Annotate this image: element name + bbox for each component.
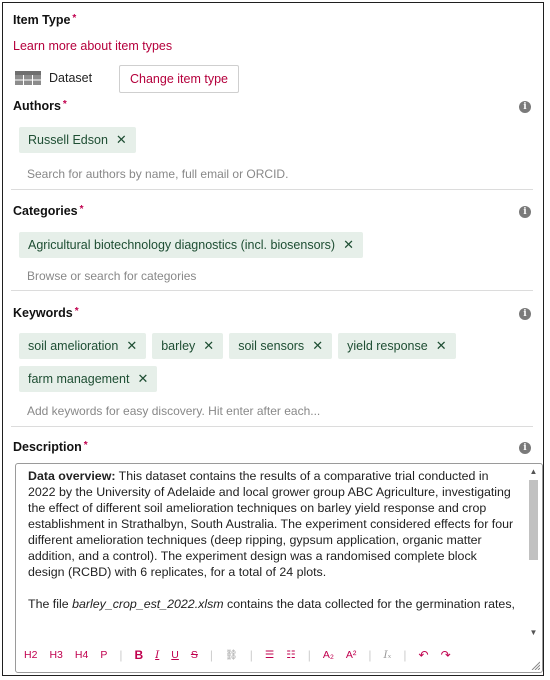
description-content[interactable]: Data overview: This dataset contains the…: [28, 468, 516, 628]
remove-chip-icon[interactable]: ✕: [436, 338, 447, 353]
remove-chip-icon[interactable]: ✕: [126, 338, 137, 353]
resize-handle-icon[interactable]: [530, 660, 540, 670]
heading2-button[interactable]: H2: [24, 649, 37, 661]
remove-chip-icon[interactable]: ✕: [137, 371, 148, 386]
description-heading: Description *: [13, 440, 88, 454]
info-icon[interactable]: i: [519, 442, 531, 454]
link-icon[interactable]: ⛓: [225, 650, 238, 661]
keyword-chip-label: yield response: [347, 339, 428, 353]
author-chip: Russell Edson ✕: [19, 127, 136, 153]
item-type-label: Item Type: [13, 13, 71, 27]
info-icon[interactable]: i: [519, 101, 531, 113]
italic-button[interactable]: I: [155, 649, 159, 661]
remove-chip-icon[interactable]: ✕: [116, 132, 127, 147]
categories-search-input[interactable]: Browse or search for categories: [27, 269, 196, 283]
authors-label: Authors: [13, 99, 61, 113]
toolbar-separator: |: [368, 648, 372, 662]
description-text: The file: [28, 597, 73, 611]
item-type-value: Dataset: [49, 71, 93, 85]
info-icon[interactable]: i: [519, 206, 531, 218]
required-mark: *: [72, 13, 77, 24]
scroll-up-arrow-icon[interactable]: ▲: [529, 467, 538, 476]
toolbar-separator: |: [119, 648, 123, 662]
keyword-chip-label: barley: [161, 339, 196, 353]
keyword-chip: soil sensors ✕: [229, 333, 333, 359]
keyword-chip: barley ✕: [152, 333, 224, 359]
toolbar-separator: |: [249, 648, 253, 662]
description-file-name: barley_crop_est_2022.xlsm: [72, 597, 224, 611]
toolbar-separator: |: [307, 648, 311, 662]
toolbar-separator: |: [403, 648, 407, 662]
description-editor[interactable]: Data overview: This dataset contains the…: [15, 463, 543, 673]
keyword-chip: farm management ✕: [19, 366, 158, 392]
description-paragraph: Data overview: This dataset contains the…: [28, 468, 516, 580]
underline-button[interactable]: U: [171, 649, 179, 661]
clear-format-button[interactable]: Iₓ: [384, 649, 392, 661]
authors-heading: Authors *: [13, 99, 67, 113]
required-mark: *: [79, 204, 84, 215]
author-chip-label: Russell Edson: [28, 133, 108, 147]
keywords-label: Keywords: [13, 306, 73, 320]
learn-more-item-types-link[interactable]: Learn more about item types: [13, 39, 172, 53]
heading4-button[interactable]: H4: [75, 649, 88, 661]
categories-heading: Categories *: [13, 204, 84, 218]
heading3-button[interactable]: H3: [49, 649, 62, 661]
keywords-heading: Keywords *: [13, 306, 79, 320]
keyword-chip-label: soil amelioration: [28, 339, 119, 353]
bullet-list-icon[interactable]: ☰: [265, 649, 274, 661]
description-paragraph: The file barley_crop_est_2022.xlsm conta…: [28, 596, 516, 612]
bold-button[interactable]: B: [134, 648, 143, 662]
strikethrough-button[interactable]: S: [191, 649, 198, 661]
remove-chip-icon[interactable]: ✕: [312, 338, 323, 353]
item-metadata-form: Item Type * Learn more about item types D…: [2, 2, 544, 676]
required-mark: *: [83, 440, 88, 451]
keyword-chip-label: soil sensors: [238, 339, 305, 353]
category-chip: Agricultural biotechnology diagnostics (…: [19, 232, 364, 258]
description-label: Description: [13, 440, 82, 454]
required-mark: *: [62, 99, 67, 110]
section-divider: [11, 189, 533, 190]
description-text: contains the data collected for the germ…: [223, 597, 515, 611]
section-divider: [11, 426, 533, 427]
keywords-chip-list-row2: farm management ✕: [19, 366, 163, 392]
keywords-input[interactable]: Add keywords for easy discovery. Hit ent…: [27, 404, 320, 418]
description-paragraph-text: This dataset contains the results of a c…: [28, 469, 514, 579]
toolbar-separator: |: [209, 648, 214, 662]
keyword-chip: yield response ✕: [338, 333, 456, 359]
undo-icon[interactable]: ↶: [419, 648, 429, 662]
categories-label: Categories: [13, 204, 78, 218]
description-bold-lead: Data overview:: [28, 469, 116, 483]
dataset-table-icon: [15, 71, 41, 85]
paragraph-button[interactable]: P: [100, 649, 107, 661]
categories-chip-list: Agricultural biotechnology diagnostics (…: [19, 232, 369, 258]
info-icon[interactable]: i: [519, 308, 531, 320]
change-item-type-button[interactable]: Change item type: [119, 65, 239, 93]
required-mark: *: [74, 306, 79, 317]
redo-icon[interactable]: ↷: [441, 648, 451, 662]
editor-toolbar: H2 H3 H4 P | B I U S | ⛓ | ☰ ☷ | A₂ A² |…: [24, 644, 524, 666]
item-type-heading: Item Type *: [13, 13, 76, 27]
description-scrollbar-thumb[interactable]: [529, 480, 538, 560]
authors-search-input[interactable]: Search for authors by name, full email o…: [27, 167, 288, 181]
subscript-button[interactable]: A₂: [323, 649, 334, 661]
keyword-chip-label: farm management: [28, 372, 130, 386]
superscript-button[interactable]: A²: [346, 649, 357, 661]
keywords-chip-list: soil amelioration ✕ barley ✕ soil sensors ✕ yi…: [19, 333, 462, 359]
numbered-list-icon[interactable]: ☷: [286, 649, 295, 661]
keyword-chip: soil amelioration ✕: [19, 333, 147, 359]
remove-chip-icon[interactable]: ✕: [343, 237, 354, 252]
remove-chip-icon[interactable]: ✕: [203, 338, 214, 353]
category-chip-label: Agricultural biotechnology diagnostics (…: [28, 238, 336, 252]
section-divider: [11, 290, 533, 291]
authors-chip-list: Russell Edson ✕: [19, 127, 142, 153]
scroll-down-arrow-icon[interactable]: ▼: [529, 628, 538, 637]
